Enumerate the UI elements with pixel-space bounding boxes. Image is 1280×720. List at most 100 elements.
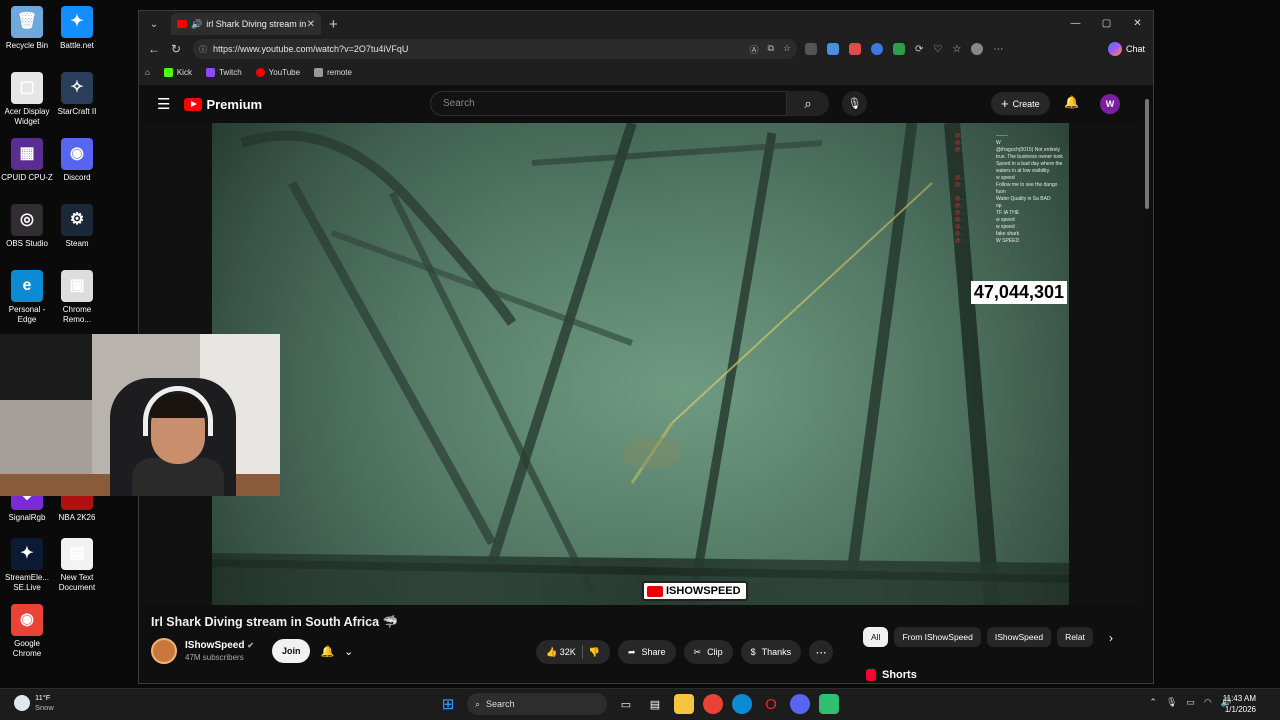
desktop-icon[interactable]: ◎ OBS Studio <box>0 204 54 249</box>
chat-message: @... TF IA THE <box>955 210 1063 217</box>
back-button[interactable]: ← <box>143 42 165 56</box>
desktop-icon[interactable]: ◉ Discord <box>50 138 104 183</box>
refresh-button[interactable]: ↻ <box>165 42 187 56</box>
address-bar[interactable]: ⓘ https://www.youtube.com/watch?v=2O7tu4… <box>193 39 797 59</box>
chat-username: @... <box>955 238 965 244</box>
scrollbar-thumb[interactable] <box>1145 99 1149 209</box>
desktop-icon[interactable]: ▤ New Text Document <box>50 538 104 593</box>
desktop-icon[interactable]: ⚙ Steam <box>50 204 104 249</box>
desktop-icon[interactable]: ✦ StreamEle... SE.Live <box>0 538 54 593</box>
close-tab-icon[interactable]: ✕ <box>307 19 315 30</box>
opera-icon[interactable]: O <box>761 694 781 714</box>
youtube-page: ☰ Premium Search ⌕ 🎙 + Create 🔔 W @... -… <box>139 85 1153 683</box>
tab-list-button[interactable]: ⌄ <box>143 14 165 34</box>
collections-icon[interactable]: ☆ <box>952 44 961 55</box>
wifi-icon[interactable]: ◠ <box>1204 697 1212 708</box>
search-input[interactable]: Search <box>430 91 787 116</box>
menu-icon[interactable]: ☰ <box>157 95 170 113</box>
split-screen-icon[interactable]: ⧉ <box>767 43 773 56</box>
tab-youtube[interactable]: 🔊 irl Shark Diving stream in Sout ✕ <box>171 13 321 35</box>
edge-icon[interactable] <box>732 694 752 714</box>
join-button[interactable]: Join <box>271 639 311 663</box>
video-player[interactable]: @... ------- @... W @... @ifragoch(0015) Not … <box>139 123 1143 605</box>
extension-icon[interactable] <box>805 43 817 55</box>
file-explorer-icon[interactable] <box>674 694 694 714</box>
remote-icon <box>314 67 324 77</box>
chip-related[interactable]: Relat <box>1057 627 1093 647</box>
favorite-remote[interactable]: remote <box>314 67 352 77</box>
create-button[interactable]: + Create <box>991 92 1050 115</box>
close-window-button[interactable]: ✕ <box>1122 11 1153 35</box>
channel-name[interactable]: IShowSpeed ✔ <box>185 640 254 651</box>
favorite-youtube[interactable]: YouTube <box>255 67 300 77</box>
chat-username: @... <box>955 140 965 146</box>
more-menu-icon[interactable]: ⋯ <box>993 44 1003 55</box>
favorite-twitch[interactable]: Twitch <box>205 67 242 77</box>
chat-message: @... w speed <box>955 175 1063 182</box>
page-scrollbar[interactable] <box>1143 85 1151 683</box>
channel-row: IShowSpeed ✔ 47M subscribers Join 🔔 ⌄ <box>151 638 353 664</box>
desktop-icon[interactable]: ▢ Acer Display Widget <box>0 72 54 127</box>
chat-username: @... <box>955 203 965 209</box>
app-icon[interactable] <box>819 694 839 714</box>
extension-icon[interactable] <box>827 43 839 55</box>
notifications-bell-icon[interactable]: 🔔 <box>1064 95 1079 109</box>
chip-all[interactable]: All <box>863 627 889 647</box>
profile-icon[interactable] <box>971 43 984 55</box>
display-icon[interactable]: ▭ <box>1186 697 1195 708</box>
view-counter-overlay: 47,044,301 <box>970 281 1067 304</box>
folder-icon[interactable]: ⌂ <box>145 68 150 77</box>
chevron-right-icon[interactable]: › <box>1109 631 1113 645</box>
speaker-icon[interactable]: 🔊 <box>191 19 202 30</box>
favorite-star-icon[interactable]: ☆ <box>783 43 791 56</box>
desktop-icon-label: Google Chrome <box>12 639 42 658</box>
taskbar-apps: ⊞ ⌕ Search ▭ ▤ O <box>438 693 839 715</box>
favorite-kick[interactable]: Kick <box>163 67 192 77</box>
more-actions-button[interactable]: ⋯ <box>809 640 834 664</box>
channel-avatar[interactable] <box>151 638 177 664</box>
desktop-icon[interactable]: 🗑 Recycle Bin <box>0 6 54 51</box>
chrome-icon[interactable] <box>703 694 723 714</box>
search-button[interactable]: ⌕ <box>787 91 829 116</box>
browser-essentials-icon[interactable]: ♡ <box>933 44 942 55</box>
tray-overflow-icon[interactable]: ⌃ <box>1149 697 1157 708</box>
share-button[interactable]: ➦ Share <box>617 640 676 664</box>
new-tab-button[interactable]: + <box>329 16 338 33</box>
start-button[interactable]: ⊞ <box>438 694 458 714</box>
desktop-icon[interactable]: ▣ Chrome Remo... <box>50 270 104 325</box>
widgets-icon[interactable]: ▤ <box>645 694 665 714</box>
weather-widget[interactable]: 11°F Snow <box>14 693 54 713</box>
search-icon: ⌕ <box>475 698 481 709</box>
site-info-icon[interactable]: ⓘ <box>199 44 207 55</box>
microphone-icon[interactable]: 🎙 <box>1166 697 1177 708</box>
extension-icon[interactable] <box>849 43 861 55</box>
extensions-icon[interactable]: ⟳ <box>915 44 923 55</box>
read-aloud-icon[interactable]: Ⓐ <box>749 43 758 56</box>
video-frame[interactable]: @... ------- @... W @... @ifragoch(0015) Not … <box>212 123 1069 605</box>
desktop-icon[interactable]: ◉ Google Chrome <box>0 604 54 659</box>
chip-channel[interactable]: IShowSpeed <box>986 627 1052 647</box>
desktop-icon[interactable]: ✦ Battle.net <box>50 6 104 51</box>
chip-from-channel[interactable]: From IShowSpeed <box>894 627 981 647</box>
extension-toolbar: ⟳ ♡ ☆ ⋯ <box>805 43 1003 55</box>
task-view-icon[interactable]: ▭ <box>616 694 636 714</box>
desktop-icon[interactable]: e Personal - Edge <box>0 270 54 325</box>
thanks-button[interactable]: $ Thanks <box>740 640 802 664</box>
dislike-button[interactable]: 👎 <box>589 647 600 658</box>
voice-search-button[interactable]: 🎙 <box>842 91 867 116</box>
desktop-icon[interactable]: ✧ StarCraft II <box>50 72 104 117</box>
clip-button[interactable]: ✂ Clip <box>683 640 733 664</box>
minimize-button[interactable]: — <box>1060 11 1091 35</box>
clock[interactable]: 11:43 AM 1/1/2026 <box>1223 693 1256 715</box>
youtube-logo[interactable]: Premium <box>184 97 262 112</box>
extension-icon[interactable] <box>871 43 883 55</box>
subscribed-notifications-button[interactable]: 🔔 ⌄ <box>320 645 353 658</box>
copilot-chat-button[interactable]: Chat <box>1107 42 1149 56</box>
desktop-icon[interactable]: ▦ CPUID CPU-Z <box>0 138 54 183</box>
extension-icon[interactable] <box>893 43 905 55</box>
discord-icon[interactable] <box>790 694 810 714</box>
taskbar-search[interactable]: ⌕ Search <box>467 693 607 715</box>
like-button[interactable]: 👍 32K <box>546 647 576 658</box>
maximize-button[interactable]: ▢ <box>1091 11 1122 35</box>
account-avatar[interactable]: W <box>1100 94 1120 114</box>
